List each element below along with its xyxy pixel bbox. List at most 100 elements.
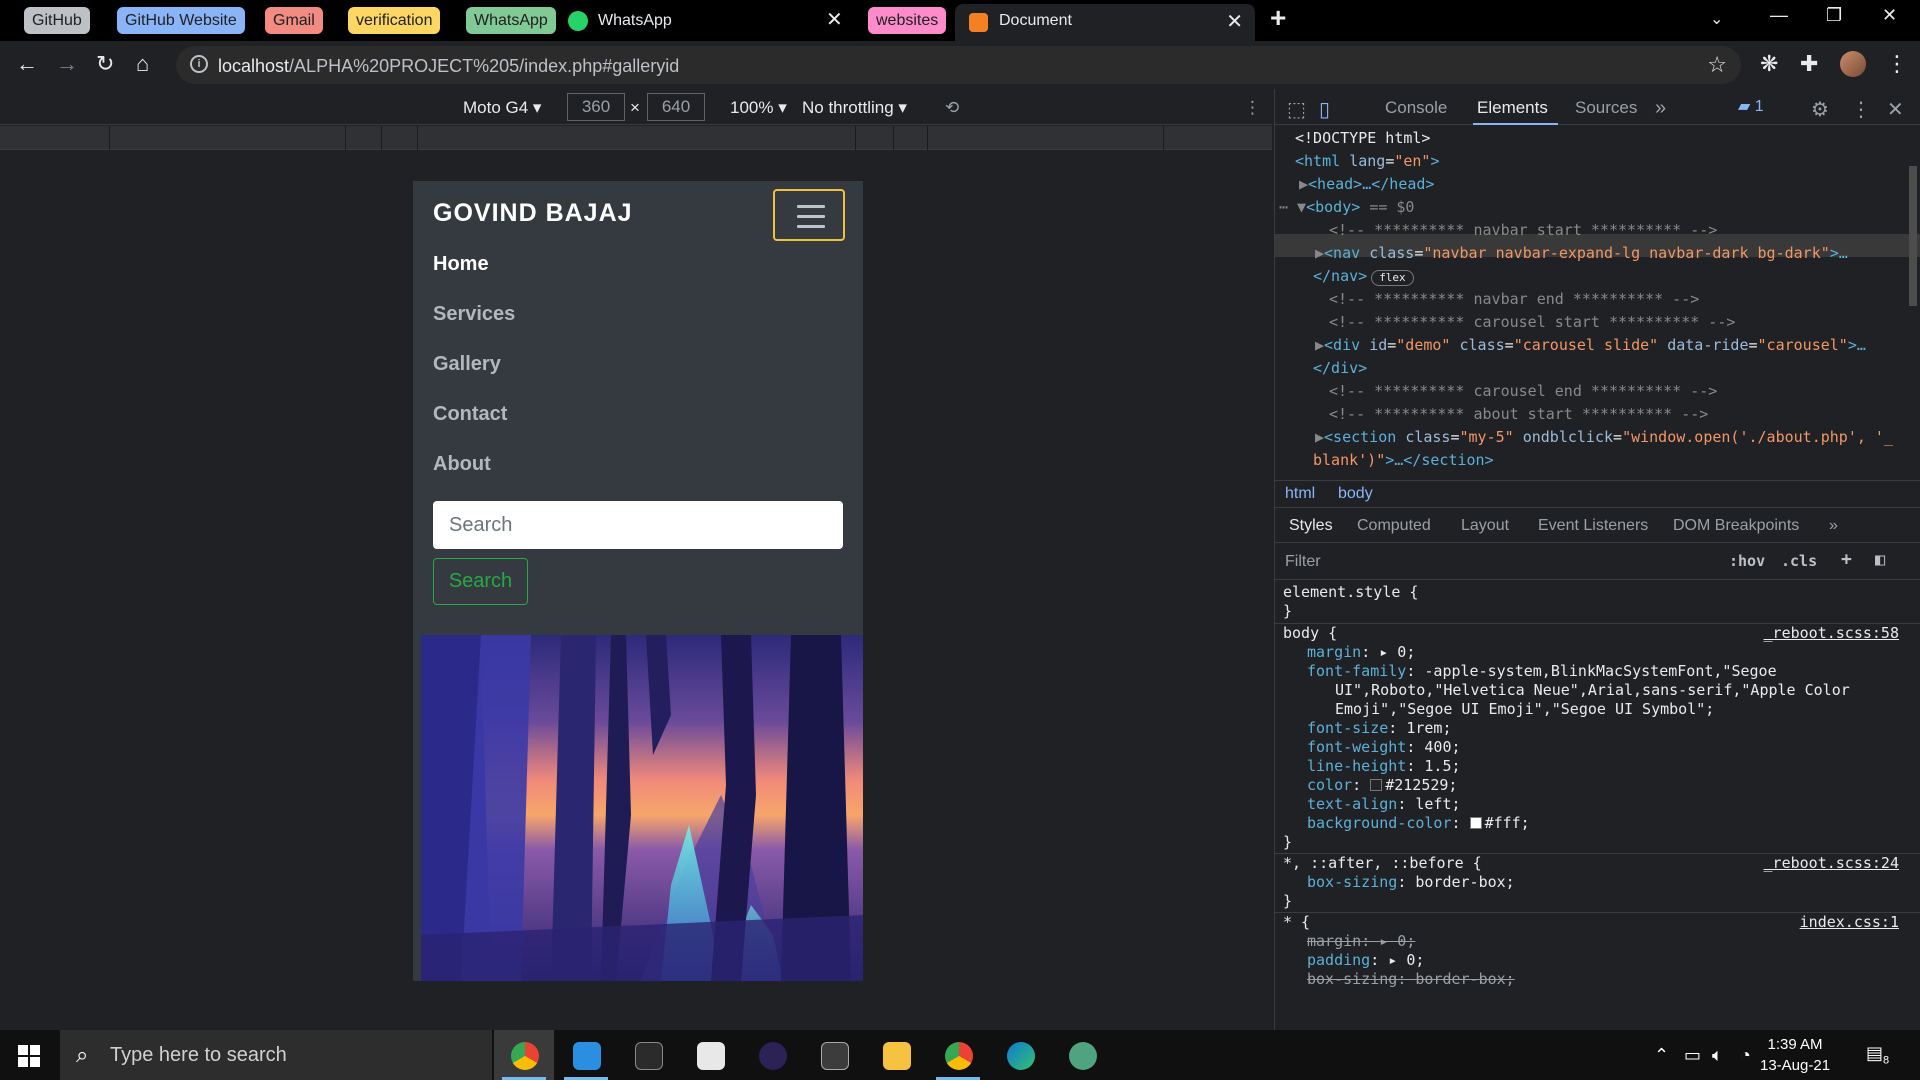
new-rule-icon[interactable]: + — [1841, 549, 1852, 570]
css-declaration-overridden[interactable]: box-sizing: border-box; — [1307, 970, 1515, 989]
breadcrumb-html[interactable]: html — [1285, 485, 1315, 503]
dom-node[interactable]: <html lang="en"> — [1295, 150, 1440, 173]
source-link[interactable]: _reboot.scss:58 — [1764, 624, 1899, 643]
tab-group-websites[interactable]: websites — [868, 7, 947, 34]
tab-search-icon[interactable]: ⌄ — [1710, 9, 1723, 29]
tab-group-github-website[interactable]: GitHub Website — [117, 7, 245, 34]
close-window-icon[interactable]: ✕ — [1882, 5, 1897, 26]
more-tabs-icon[interactable]: » — [1655, 97, 1666, 120]
address-bar[interactable]: i localhost/ALPHA%20PROJECT%205/index.ph… — [176, 46, 1741, 84]
css-declaration[interactable]: text-align: left; — [1307, 795, 1461, 814]
css-declaration[interactable]: box-sizing: border-box; — [1307, 873, 1515, 892]
inspect-element-icon[interactable]: ⬚ — [1287, 97, 1306, 122]
site-search-button[interactable]: Search — [433, 558, 528, 605]
tab-layout[interactable]: Layout — [1461, 517, 1509, 535]
nav-link-about[interactable]: About — [433, 453, 491, 476]
ruler-segment[interactable] — [418, 126, 856, 150]
tab-group-verification[interactable]: verification — [348, 7, 441, 34]
nav-link-services[interactable]: Services — [433, 303, 515, 326]
navbar-toggler-button[interactable] — [773, 189, 845, 241]
navbar-brand[interactable]: GOVIND BAJAJ — [433, 199, 633, 228]
bookmark-star-icon[interactable]: ☆ — [1707, 52, 1727, 78]
more-panes-icon[interactable]: » — [1829, 517, 1838, 535]
home-icon[interactable]: ⌂ — [136, 51, 149, 77]
breadcrumb-body[interactable]: body — [1338, 485, 1373, 503]
profile-avatar[interactable] — [1840, 51, 1866, 77]
show-hidden-icons-icon[interactable]: ⌃ — [1654, 1045, 1669, 1066]
extension-icon[interactable]: ❋ — [1760, 51, 1778, 77]
css-declaration[interactable]: color: #212529; — [1307, 776, 1457, 795]
taskbar-store-icon[interactable] — [804, 1030, 864, 1080]
taskbar-vscode-icon[interactable] — [556, 1030, 616, 1080]
dom-comment[interactable]: <!-- ********** carousel start *********… — [1329, 311, 1735, 334]
dom-node-close[interactable]: </nav> flex — [1313, 265, 1414, 288]
devtools-menu-icon[interactable]: ⋮ — [1851, 97, 1871, 122]
taskbar-edge-icon[interactable] — [990, 1030, 1050, 1080]
device-toggle-icon[interactable]: ▯ — [1319, 97, 1330, 122]
ruler-segment[interactable] — [346, 126, 382, 150]
ruler-segment[interactable] — [110, 126, 346, 150]
tab-computed[interactable]: Computed — [1357, 517, 1431, 535]
dom-comment[interactable]: <!-- ********** navbar start ********** … — [1329, 219, 1717, 242]
volume-icon[interactable]: 🔈︎ — [1712, 1045, 1723, 1066]
css-declaration[interactable]: font-size: 1rem; — [1307, 719, 1452, 738]
color-swatch[interactable] — [1469, 817, 1482, 829]
dom-node[interactable]: ▶<div id="demo" class="carousel slide" d… — [1315, 334, 1866, 357]
css-declaration[interactable]: font-weight: 400; — [1307, 738, 1461, 757]
dom-node[interactable]: ▶<head>…</head> — [1299, 173, 1434, 196]
tab-console[interactable]: Console — [1385, 98, 1447, 118]
tab-dom-breakpoints[interactable]: DOM Breakpoints — [1673, 517, 1799, 535]
css-declaration[interactable]: background-color: #fff; — [1307, 814, 1530, 833]
styles-filter-input[interactable] — [1285, 551, 1725, 573]
hover-state-toggle[interactable]: :hov — [1729, 552, 1765, 570]
dom-comment[interactable]: <!-- ********** navbar end ********** --… — [1329, 288, 1699, 311]
taskbar-clock[interactable]: 1:39 AM 13-Aug-21 — [1760, 1034, 1830, 1076]
dom-node[interactable]: ▶<nav class="navbar navbar-expand-lg nav… — [1315, 242, 1848, 265]
dom-comment[interactable]: <!-- ********** about start ********** -… — [1329, 403, 1708, 426]
site-info-icon[interactable]: i — [190, 55, 208, 73]
more-options-icon[interactable]: ⋮ — [1244, 98, 1261, 118]
puzzle-icon[interactable]: ✚ — [1800, 51, 1818, 77]
dom-node-selected[interactable]: ⋯ ▼<body> == $0 — [1279, 196, 1414, 219]
carousel-image[interactable] — [421, 635, 863, 981]
tab-elements[interactable]: Elements — [1477, 98, 1548, 118]
rule-selector[interactable]: element.style { — [1283, 583, 1418, 602]
rule-selector[interactable]: body { — [1283, 624, 1337, 643]
nav-link-home[interactable]: Home — [433, 253, 489, 276]
tab-whatsapp[interactable]: WhatsApp ✕ — [568, 6, 848, 41]
ruler-segment[interactable] — [0, 126, 110, 150]
class-toggle[interactable]: .cls — [1781, 552, 1817, 570]
css-declaration[interactable]: font-family: -apple-system,BlinkMacSyste… — [1307, 662, 1777, 681]
css-declaration[interactable]: line-height: 1.5; — [1307, 757, 1461, 776]
restore-icon[interactable]: ❐ — [1826, 5, 1842, 26]
taskbar-chrome-icon[interactable] — [494, 1030, 554, 1080]
zoom-select[interactable]: 100% ▾ — [730, 98, 787, 118]
css-declaration[interactable]: padding: ▸ 0; — [1307, 951, 1424, 970]
height-input[interactable]: 640 — [647, 93, 705, 121]
tab-group-whatsapp[interactable]: WhatsApp — [466, 7, 556, 34]
dom-comment[interactable]: <!-- ********** carousel end ********** … — [1329, 380, 1717, 403]
site-search-input[interactable] — [433, 501, 843, 549]
dom-node[interactable]: ▶<section class="my-5" ondblclick="windo… — [1315, 426, 1893, 449]
ruler-segment[interactable] — [928, 126, 1164, 150]
wifi-icon[interactable]: ◔ — [1740, 1045, 1751, 1066]
tab-group-gmail[interactable]: Gmail — [265, 7, 323, 34]
device-select[interactable]: Moto G4 ▾ — [463, 98, 541, 118]
rotate-icon[interactable]: ⟲ — [945, 98, 959, 118]
nav-link-gallery[interactable]: Gallery — [433, 353, 501, 376]
source-link[interactable]: index.css:1 — [1800, 913, 1899, 932]
tab-group-github[interactable]: GitHub — [24, 7, 90, 34]
nav-link-contact[interactable]: Contact — [433, 403, 507, 426]
toggle-sidebar-icon[interactable]: ◧ — [1875, 550, 1885, 570]
taskbar-chrome-profile-icon[interactable] — [928, 1030, 988, 1080]
new-tab-button[interactable]: + — [1270, 2, 1286, 34]
minimize-icon[interactable]: — — [1770, 5, 1788, 26]
css-declaration-overridden[interactable]: margin: ▸ 0; — [1307, 932, 1415, 951]
tab-styles[interactable]: Styles — [1289, 517, 1333, 535]
taskbar-search[interactable]: ⌕ Type here to search — [60, 1030, 492, 1080]
tab-document[interactable]: Document ✕ — [955, 4, 1255, 41]
settings-gear-icon[interactable]: ⚙ — [1811, 97, 1829, 122]
taskbar-chatgpt-icon[interactable] — [1052, 1030, 1112, 1080]
tab-sources[interactable]: Sources — [1575, 98, 1637, 118]
issues-badge[interactable]: ▰ 1 — [1738, 95, 1786, 119]
